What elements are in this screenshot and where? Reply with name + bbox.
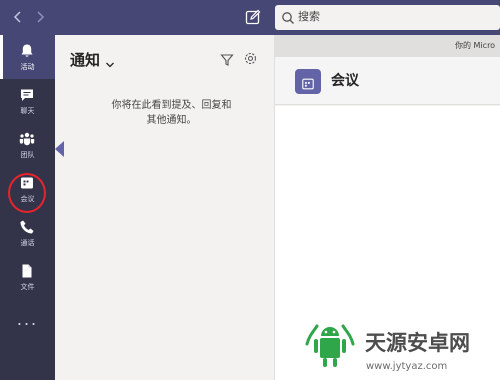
meetings-tile (295, 69, 321, 94)
calendar-icon (302, 75, 314, 90)
empty-message-line-1: 你将在此看到提及、回复和 (111, 100, 232, 111)
rail-label-calls: 通话 (20, 239, 35, 247)
search-placeholder: 搜索 (298, 10, 320, 23)
panel-pointer (55, 141, 64, 157)
panel-title[interactable]: 通知 (70, 50, 100, 70)
content-header: 会议 (275, 57, 500, 105)
highlight-circle (8, 173, 46, 213)
more-apps-button[interactable]: ... (0, 310, 55, 330)
rail-label-activity: 活动 (20, 63, 35, 71)
gear-icon[interactable] (243, 51, 258, 66)
chevron-left-icon[interactable] (10, 9, 26, 25)
page-title: 会议 (331, 73, 359, 89)
watermark-logo (303, 322, 357, 372)
search-icon (281, 10, 295, 24)
banner-text: 你的 Micro (455, 41, 496, 50)
rail-item-chat[interactable]: 聊天 (0, 79, 55, 123)
compose-icon[interactable] (244, 8, 262, 26)
chevron-down-icon[interactable] (105, 55, 115, 68)
teams-window: 搜索 活动 聊天 团队 会议 通话 文件 ... 通知 你将在此看到提及、回复和… (0, 0, 500, 380)
search-input[interactable]: 搜索 (275, 5, 500, 30)
empty-message-line-2: 其他通知。 (146, 115, 197, 126)
chat-icon (19, 87, 35, 103)
rail-item-activity[interactable]: 活动 (0, 35, 55, 79)
empty-notifications-message: 你将在此看到提及、回复和 其他通知。 (70, 98, 273, 128)
activity-panel: 通知 你将在此看到提及、回复和 其他通知。 (55, 35, 275, 380)
file-icon (19, 263, 35, 279)
teams-icon (19, 131, 35, 147)
bell-icon (19, 43, 35, 59)
chevron-right-icon[interactable] (32, 9, 48, 25)
info-banner: 你的 Micro (275, 35, 500, 57)
rail-item-files[interactable]: 文件 (0, 255, 55, 299)
rail-item-calls[interactable]: 通话 (0, 211, 55, 255)
watermark-title: 天源安卓网 (365, 331, 470, 355)
rail-label-teams: 团队 (20, 151, 35, 159)
rail-item-teams[interactable]: 团队 (0, 123, 55, 167)
rail-label-chat: 聊天 (20, 107, 35, 115)
phone-icon (19, 219, 35, 235)
rail-label-files: 文件 (20, 283, 35, 291)
filter-icon[interactable] (220, 52, 234, 66)
top-bar: 搜索 (0, 0, 500, 35)
watermark-url: www.jytyaz.com (366, 361, 448, 372)
